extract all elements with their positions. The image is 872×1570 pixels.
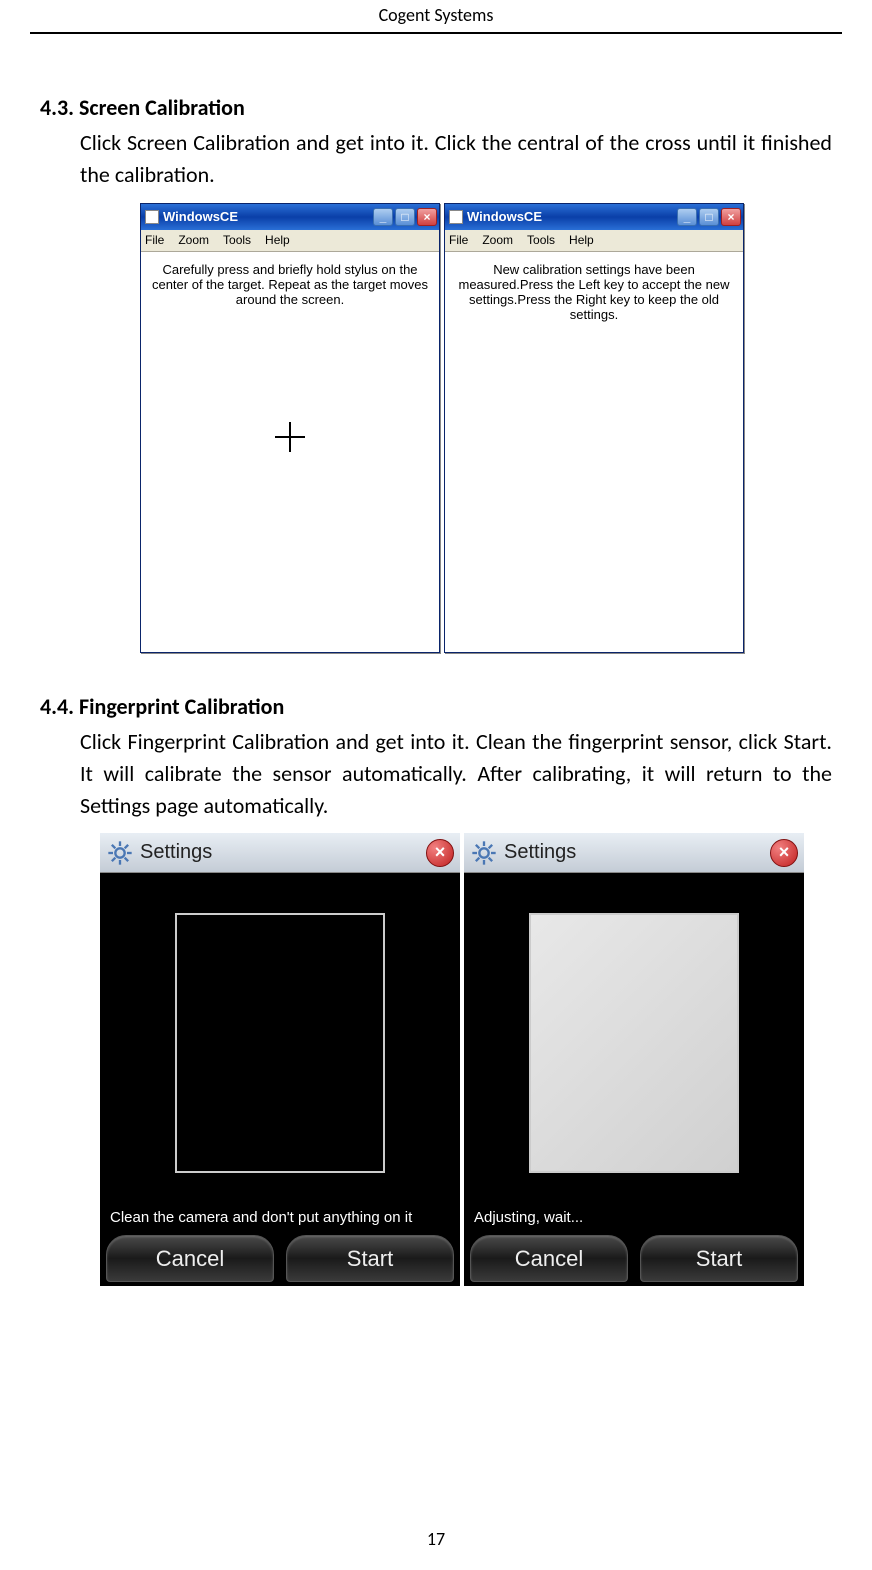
settings-body <box>100 873 460 1203</box>
wince-titlebar[interactable]: WindowsCE _ □ × <box>141 204 439 230</box>
wince-menubar: File Zoom Tools Help <box>445 230 743 252</box>
start-button[interactable]: Start <box>286 1235 454 1282</box>
settings-window-adjusting: Settings × Adjusting, wait... Cancel Sta… <box>464 833 804 1286</box>
company-name: Cogent Systems <box>379 4 494 26</box>
window-title: WindowsCE <box>467 209 677 224</box>
menu-tools[interactable]: Tools <box>223 233 251 247</box>
wince-window-calibrate: WindowsCE _ □ × File Zoom Tools Help Car… <box>140 203 440 653</box>
close-icon[interactable]: × <box>770 839 798 867</box>
close-icon[interactable]: × <box>721 208 741 226</box>
settings-message: Clean the camera and don't put anything … <box>100 1203 460 1231</box>
wince-menubar: File Zoom Tools Help <box>141 230 439 252</box>
calibration-result-text: New calibration settings have been measu… <box>453 262 735 322</box>
sensor-preview-dark <box>175 913 385 1173</box>
crosshair-target-icon[interactable] <box>275 422 305 452</box>
settings-body <box>464 873 804 1203</box>
calibration-instruction-text: Carefully press and briefly hold stylus … <box>149 262 431 307</box>
menu-file[interactable]: File <box>449 233 468 247</box>
section-body-4-3: Click Screen Calibration and get into it… <box>80 127 832 191</box>
page-number: 17 <box>0 1528 872 1550</box>
section-heading-4-3: 4.3. Screen Calibration <box>40 94 832 121</box>
close-icon[interactable]: × <box>417 208 437 226</box>
menu-file[interactable]: File <box>145 233 164 247</box>
wince-body[interactable]: Carefully press and briefly hold stylus … <box>141 252 439 652</box>
start-button[interactable]: Start <box>640 1235 798 1282</box>
maximize-icon[interactable]: □ <box>699 208 719 226</box>
settings-window-clean: Settings × Clean the camera and don't pu… <box>100 833 460 1286</box>
wince-body[interactable]: New calibration settings have been measu… <box>445 252 743 652</box>
gear-icon <box>470 839 498 867</box>
wince-window-result: WindowsCE _ □ × File Zoom Tools Help New… <box>444 203 744 653</box>
minimize-icon[interactable]: _ <box>677 208 697 226</box>
page-header: Cogent Systems <box>30 0 842 34</box>
maximize-icon[interactable]: □ <box>395 208 415 226</box>
screen-calibration-figures: WindowsCE _ □ × File Zoom Tools Help Car… <box>140 203 832 653</box>
sensor-preview-light <box>529 913 739 1173</box>
menu-zoom[interactable]: Zoom <box>482 233 513 247</box>
settings-title: Settings <box>140 841 426 864</box>
menu-help[interactable]: Help <box>265 233 290 247</box>
window-title: WindowsCE <box>163 209 373 224</box>
settings-title: Settings <box>504 841 770 864</box>
wince-titlebar[interactable]: WindowsCE _ □ × <box>445 204 743 230</box>
cancel-button[interactable]: Cancel <box>106 1235 274 1282</box>
cancel-button[interactable]: Cancel <box>470 1235 628 1282</box>
settings-message: Adjusting, wait... <box>464 1203 804 1231</box>
settings-titlebar: Settings × <box>100 833 460 873</box>
menu-zoom[interactable]: Zoom <box>178 233 209 247</box>
gear-icon <box>106 839 134 867</box>
minimize-icon[interactable]: _ <box>373 208 393 226</box>
settings-titlebar: Settings × <box>464 833 804 873</box>
close-icon[interactable]: × <box>426 839 454 867</box>
fingerprint-calibration-figures: Settings × Clean the camera and don't pu… <box>100 833 832 1286</box>
section-body-4-4: Click Fingerprint Calibration and get in… <box>80 726 832 822</box>
menu-tools[interactable]: Tools <box>527 233 555 247</box>
app-icon <box>145 210 159 224</box>
menu-help[interactable]: Help <box>569 233 594 247</box>
section-heading-4-4: 4.4. Fingerprint Calibration <box>40 693 832 720</box>
app-icon <box>449 210 463 224</box>
